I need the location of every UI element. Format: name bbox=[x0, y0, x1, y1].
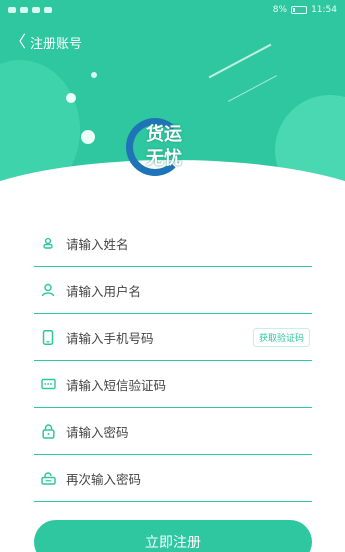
nav-bar: 〈 注册账号 bbox=[10, 32, 82, 52]
page-title: 注册账号 bbox=[30, 36, 83, 52]
status-icons-right: 8% 11:54 bbox=[273, 5, 337, 15]
slogan: 货运无忧是您最忠实的保障 bbox=[115, 189, 230, 199]
battery-icon bbox=[291, 6, 308, 14]
notification-icon bbox=[20, 7, 28, 13]
username-field[interactable]: 请输入用户名 bbox=[34, 267, 312, 314]
message-code-icon bbox=[38, 374, 58, 394]
decor-streak bbox=[208, 43, 272, 79]
register-button-label: 立即注册 bbox=[145, 535, 201, 551]
header-banner: 8% 11:54 〈 注册账号 货运 无忧 货运无忧是您最忠实的保障 bbox=[0, 0, 345, 215]
decor-dot bbox=[91, 72, 97, 78]
get-code-button[interactable]: 获取验证码 bbox=[252, 328, 310, 347]
notification-icon bbox=[8, 7, 16, 13]
confirm-password-placeholder: 再次输入密码 bbox=[66, 471, 142, 487]
person-icon bbox=[38, 280, 58, 300]
password-field[interactable]: 请输入密码 bbox=[34, 408, 312, 455]
back-icon[interactable]: 〈 bbox=[10, 34, 26, 50]
username-placeholder: 请输入用户名 bbox=[66, 283, 142, 299]
notification-icon bbox=[44, 7, 52, 13]
status-bar: 8% 11:54 bbox=[0, 0, 345, 20]
phone-icon bbox=[38, 327, 58, 347]
battery-percent: 8% bbox=[272, 5, 288, 15]
decor-dot bbox=[66, 93, 76, 103]
lock-icon bbox=[38, 421, 58, 441]
confirm-password-field[interactable]: 再次输入密码 bbox=[34, 455, 312, 502]
logo-text-line1: 货运 bbox=[146, 124, 182, 145]
logo-text-line2: 无忧 bbox=[146, 148, 182, 169]
name-field[interactable]: 请输入姓名 bbox=[34, 220, 312, 267]
status-icons-left bbox=[8, 7, 52, 13]
lock-open-icon bbox=[38, 468, 58, 488]
phone-field[interactable]: 请输入手机号码 获取验证码 bbox=[34, 314, 312, 361]
sms-code-placeholder: 请输入短信验证码 bbox=[66, 377, 167, 393]
person-small-icon bbox=[38, 233, 58, 253]
name-placeholder: 请输入姓名 bbox=[66, 236, 129, 252]
password-placeholder: 请输入密码 bbox=[66, 424, 129, 440]
status-time: 11:54 bbox=[311, 5, 337, 15]
register-form: 请输入姓名 请输入用户名 请输入手机号码 获取验证码 请输入短信验证码 请输入密… bbox=[34, 220, 312, 502]
notification-icon bbox=[32, 7, 40, 13]
app-logo: 货运 无忧 bbox=[126, 112, 216, 182]
sms-code-field[interactable]: 请输入短信验证码 bbox=[34, 361, 312, 408]
decor-streak bbox=[227, 75, 278, 102]
decor-dot bbox=[81, 130, 95, 144]
register-button[interactable]: 立即注册 bbox=[34, 520, 312, 552]
